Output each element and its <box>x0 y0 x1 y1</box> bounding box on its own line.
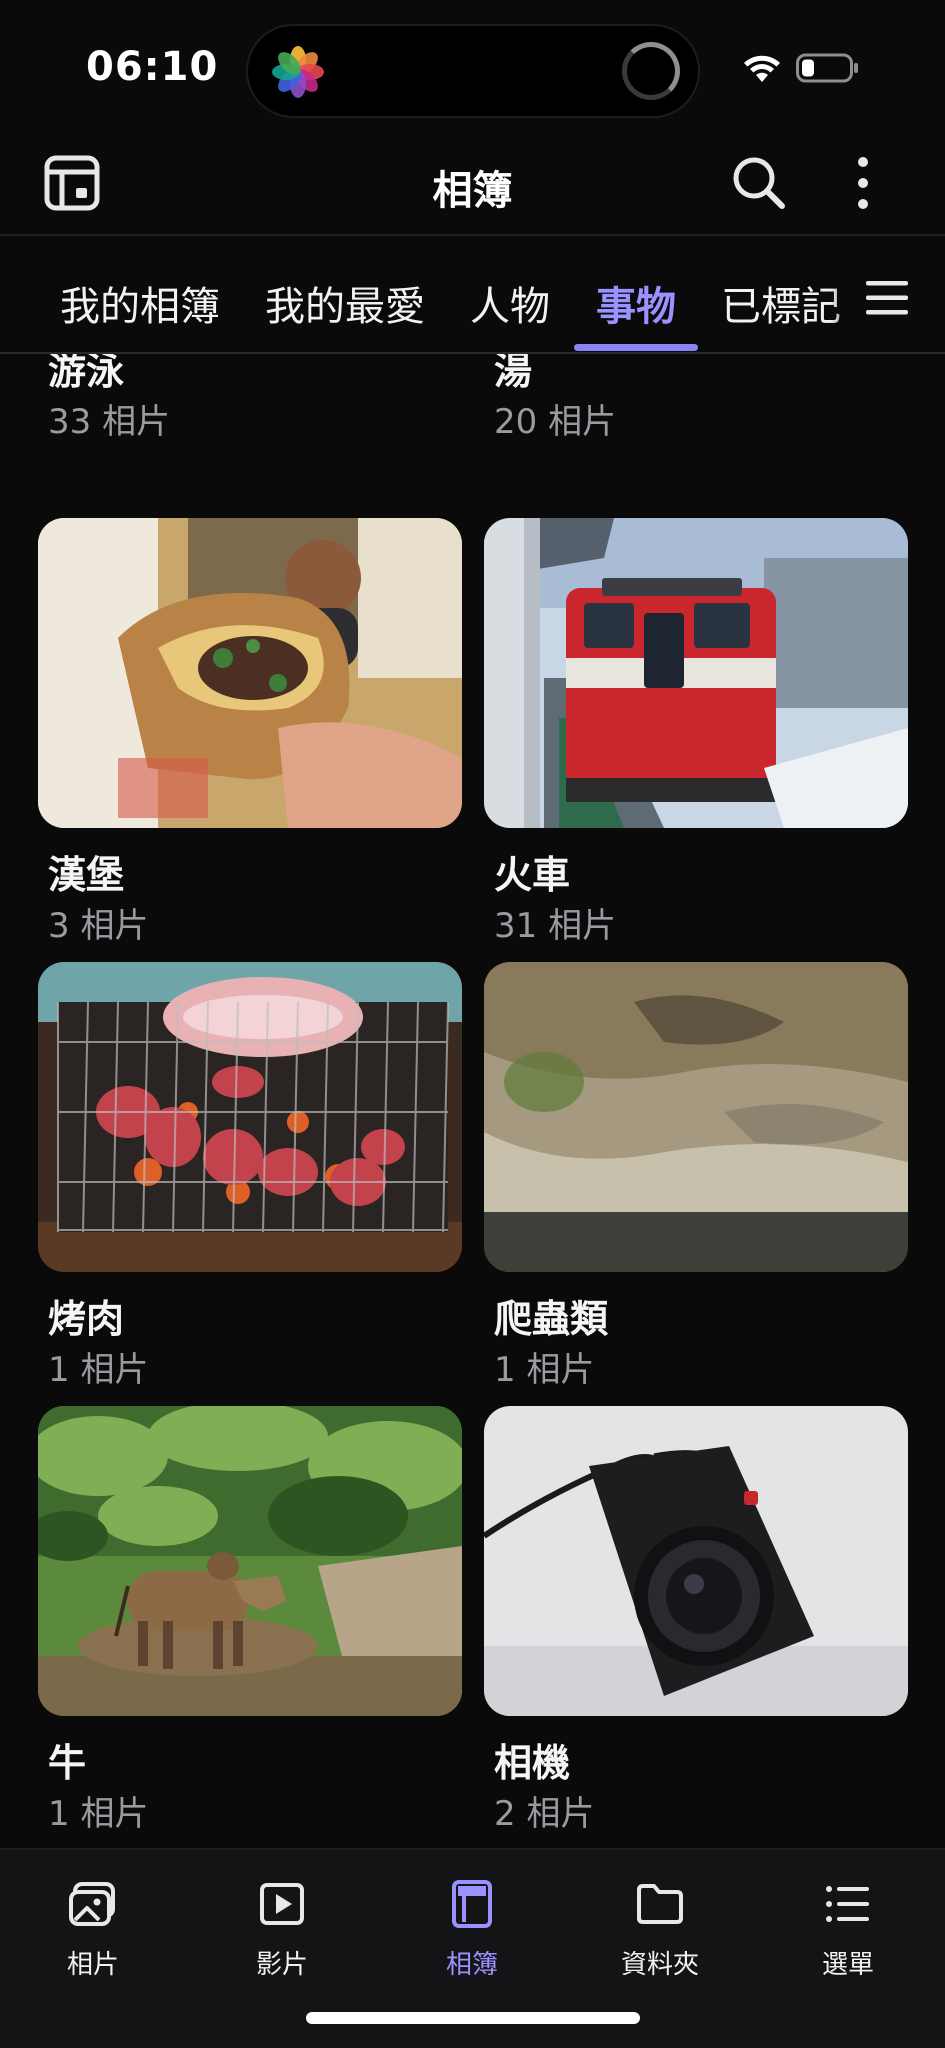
album-title: 烤肉 <box>48 1297 125 1341</box>
album-title: 牛 <box>48 1741 87 1785</box>
divider <box>0 234 945 236</box>
album-thumbnail <box>38 1406 462 1716</box>
nav-label: 資料夾 <box>620 1950 699 1980</box>
album-count: 31 相片 <box>494 906 617 946</box>
album-title: 漢堡 <box>48 853 125 897</box>
nav-label: 選單 <box>821 1950 874 1980</box>
album-count: 2 相片 <box>494 1794 595 1834</box>
album-icon <box>452 1880 492 1928</box>
album-thumbnail <box>38 962 462 1272</box>
album-title: 火車 <box>494 853 571 897</box>
album-card-soup[interactable]: 湯 20 相片 <box>484 354 908 498</box>
active-tab-indicator <box>574 344 698 351</box>
status-time: 06:10 <box>86 44 219 90</box>
tab-things[interactable]: 事物 <box>596 274 676 332</box>
album-count: 20 相片 <box>494 402 617 442</box>
page-title: 相簿 <box>432 168 513 214</box>
nav-photos[interactable]: 相片 <box>13 1878 173 1988</box>
tab-tagged[interactable]: 已標記 <box>721 274 841 332</box>
album-card-bbq[interactable]: 烤肉 1 相片 <box>38 962 462 1390</box>
more-options-icon[interactable] <box>846 152 880 214</box>
album-title: 相機 <box>494 1741 571 1785</box>
wifi-icon <box>744 55 780 82</box>
album-thumbnail <box>38 518 462 828</box>
tab-my-albums[interactable]: 我的相簿 <box>60 274 220 332</box>
album-thumbnail <box>484 1406 908 1716</box>
album-count: 1 相片 <box>48 1794 149 1834</box>
album-title: 湯 <box>494 354 533 393</box>
nav-label: 相簿 <box>445 1950 498 1980</box>
album-thumbnail <box>484 518 908 828</box>
nav-folders[interactable]: 資料夾 <box>580 1878 740 1988</box>
album-card-train[interactable]: 火車 31 相片 <box>484 518 908 946</box>
tab-bar: 我的相簿 我的最愛 人物 事物 已標記 <box>0 238 945 354</box>
album-count: 1 相片 <box>48 1350 149 1390</box>
dynamic-island <box>246 24 700 118</box>
tab-favorites[interactable]: 我的最愛 <box>265 274 425 332</box>
hamburger-menu-icon[interactable] <box>864 278 910 318</box>
photos-icon <box>69 1882 115 1926</box>
album-count: 33 相片 <box>48 402 171 442</box>
album-count: 3 相片 <box>48 906 149 946</box>
album-thumbnail <box>484 962 908 1272</box>
album-title: 游泳 <box>48 354 125 393</box>
video-icon <box>260 1883 304 1925</box>
photos-app-icon <box>272 46 324 98</box>
battery-icon <box>796 53 858 83</box>
nav-label: 相片 <box>66 1950 119 1980</box>
album-card-reptiles[interactable]: 爬蟲類 1 相片 <box>484 962 908 1390</box>
nav-albums[interactable]: 相簿 <box>392 1878 552 1988</box>
nav-label: 影片 <box>255 1950 308 1980</box>
album-card-swimming[interactable]: 游泳 33 相片 <box>38 354 462 498</box>
album-grid: 游泳 33 相片 湯 20 相片 漢堡 3 相片 火車 31 相片 烤肉 1 相… <box>0 354 945 1848</box>
album-count: 1 相片 <box>494 1350 595 1390</box>
folder-icon <box>637 1884 683 1924</box>
home-indicator[interactable] <box>306 2012 640 2024</box>
album-card-cow[interactable]: 牛 1 相片 <box>38 1406 462 1834</box>
tab-people[interactable]: 人物 <box>470 274 550 332</box>
album-title: 爬蟲類 <box>494 1297 609 1341</box>
album-card-camera[interactable]: 相機 2 相片 <box>484 1406 908 1834</box>
status-bar: 06:10 <box>0 0 945 140</box>
nav-videos[interactable]: 影片 <box>202 1878 362 1988</box>
nav-menu[interactable]: 選單 <box>768 1878 928 1988</box>
search-icon[interactable] <box>728 152 790 214</box>
app-bar: 相簿 <box>0 140 945 236</box>
album-card-burger[interactable]: 漢堡 3 相片 <box>38 518 462 946</box>
loading-spinner-icon <box>622 42 680 100</box>
menu-list-icon <box>826 1886 869 1922</box>
